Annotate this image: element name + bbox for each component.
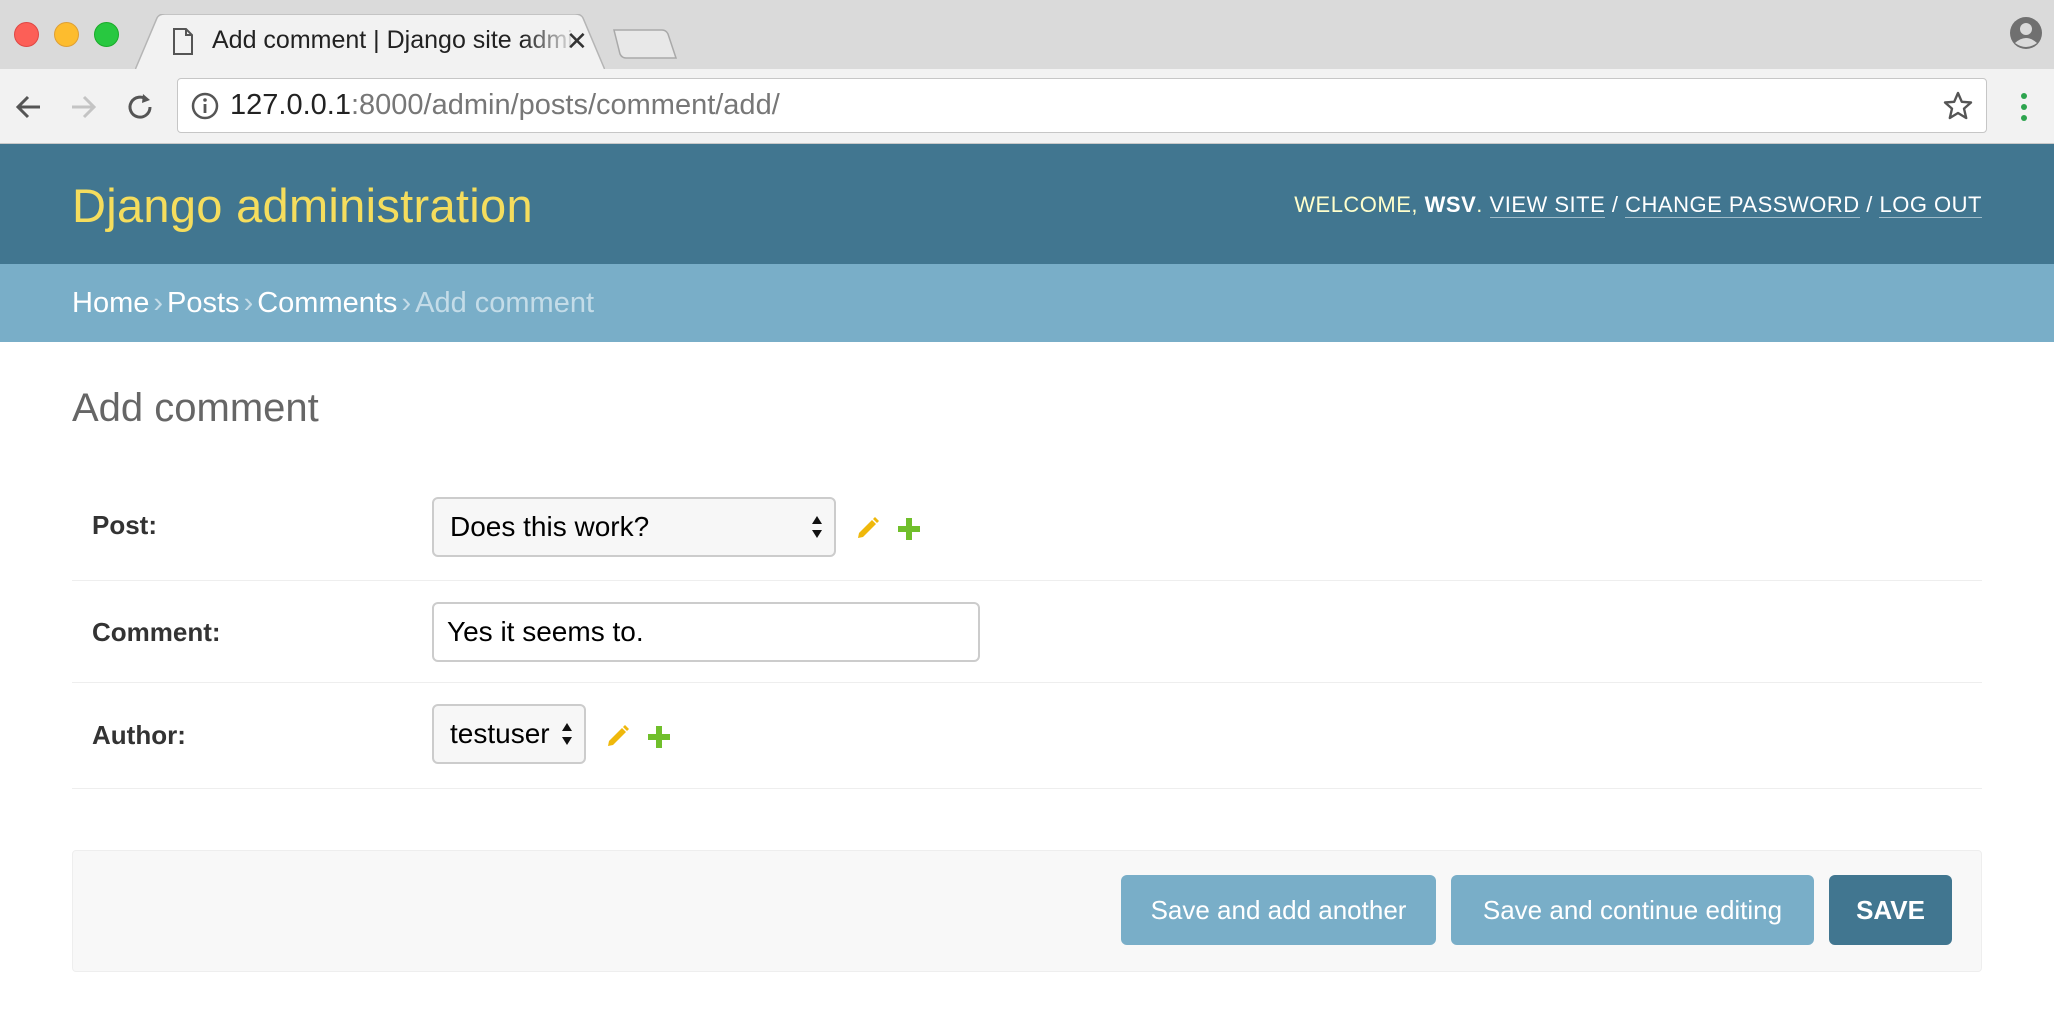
breadcrumb: Home › Posts › Comments › Add comment [72,287,594,320]
new-tab-button[interactable] [612,28,678,60]
username: wsv [1424,192,1477,217]
close-tab-icon[interactable]: ✕ [566,28,588,54]
welcome-text: Welcome, [1294,192,1419,217]
author-select[interactable]: testuser [432,704,586,764]
post-select[interactable]: Does this work? [432,497,836,557]
select-arrows-icon [562,723,572,745]
form-row-comment [72,581,1982,683]
site-branding[interactable]: Django administration [72,178,533,233]
breadcrumb-separator: › [243,287,254,319]
save-and-add-another-button[interactable]: Save and add another [1121,875,1436,945]
minimize-window-button[interactable] [54,22,79,47]
forward-arrow-icon[interactable] [66,90,100,124]
reload-icon[interactable] [123,90,157,124]
breadcrumb-home[interactable]: Home [72,287,149,319]
author-label: Author: [92,720,186,750]
form-row-post [72,478,1982,581]
url-host: 127.0.0.1 [230,89,351,121]
edit-post-pencil-icon[interactable] [855,515,881,541]
maximize-window-button[interactable] [94,22,119,47]
breadcrumb-separator: › [401,287,412,319]
page-title: Add comment [72,386,319,430]
back-arrow-icon[interactable] [12,90,46,124]
separator: / [1866,192,1873,217]
breadcrumb-separator: › [153,287,164,319]
tab-title: Add comment | Django site admin [212,26,587,54]
post-select-value: Does this work? [450,511,650,542]
form-row-author [72,683,1982,789]
user-tools: Welcome, wsv. View site / Change passwor… [1294,192,1982,218]
close-window-button[interactable] [14,22,39,47]
post-label: Post: [92,510,157,540]
url-path: :8000/admin/posts/comment/add/ [350,89,780,121]
comment-input[interactable]: Yes it seems to. [432,602,980,662]
edit-author-pencil-icon[interactable] [605,723,631,749]
document-icon [173,28,193,55]
save-button[interactable]: Save [1829,875,1952,945]
comment-label: Comment: [92,617,221,647]
view-site-link[interactable]: View site [1489,192,1606,218]
url-text[interactable]: 127.0.0.1:8000/admin/posts/comment/add/ [230,89,780,122]
add-post-plus-icon[interactable] [896,516,922,542]
bookmark-star-icon[interactable] [1942,90,1974,122]
comment-input-value: Yes it seems to. [447,616,644,647]
breadcrumb-posts[interactable]: Posts [167,287,240,319]
profile-icon[interactable] [2009,16,2043,50]
info-icon[interactable] [191,92,219,120]
log-out-link[interactable]: Log out [1879,192,1982,218]
select-arrows-icon [812,516,822,538]
save-and-continue-editing-button[interactable]: Save and continue editing [1451,875,1814,945]
author-select-value: testuser [450,718,550,749]
change-password-link[interactable]: Change password [1625,192,1860,218]
breadcrumb-comments[interactable]: Comments [257,287,397,319]
browser-menu-icon[interactable] [2018,90,2030,124]
breadcrumb-current: Add comment [415,287,595,319]
separator: / [1611,192,1619,217]
add-author-plus-icon[interactable] [646,724,672,750]
